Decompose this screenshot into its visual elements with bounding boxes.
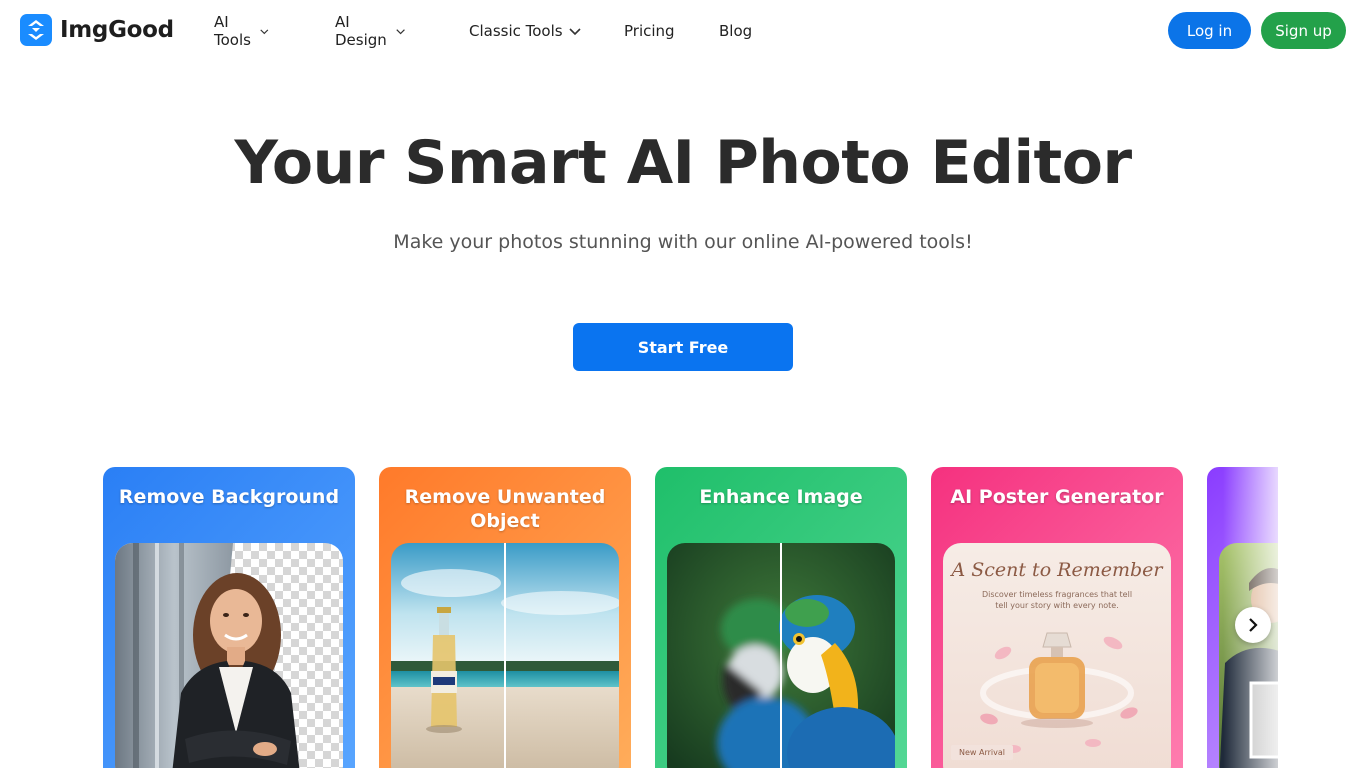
card-title: Enhance Image — [699, 486, 863, 508]
nav-ai-design-label: AI Design — [335, 13, 387, 49]
tool-carousel: Remove Background Remove Unwanted Object… — [103, 467, 1278, 768]
enhance-image-preview — [667, 543, 895, 768]
nav-ai-design[interactable]: AI Design — [335, 13, 405, 49]
card-title: AI Poster Generator — [950, 486, 1164, 508]
card-enhance-image[interactable]: Enhance Image — [655, 467, 907, 768]
chevron-right-icon — [1249, 618, 1258, 632]
remove-object-preview — [391, 543, 619, 768]
brand-name: ImgGood — [60, 17, 174, 43]
hero-title: Your Smart AI Photo Editor — [234, 128, 1132, 198]
nav-blog-label: Blog — [719, 22, 753, 40]
nav-pricing[interactable]: Pricing — [624, 22, 675, 40]
site-header: ImgGood AI Tools AI Design Classic Tools… — [0, 0, 1366, 62]
carousel-next-button[interactable] — [1235, 607, 1271, 643]
card-title: Remove Background — [118, 486, 340, 508]
card-ai-poster-generator[interactable]: AI Poster Generator A Scent to Remember … — [931, 467, 1183, 768]
card-remove-background[interactable]: Remove Background — [103, 467, 355, 768]
logo-icon — [20, 14, 52, 46]
card-title: Remove Unwanted Object — [404, 486, 606, 532]
signup-button[interactable]: Sign up — [1261, 12, 1346, 49]
nav-blog[interactable]: Blog — [719, 22, 752, 40]
nav-ai-tools[interactable]: AI Tools — [214, 13, 269, 49]
login-button[interactable]: Log in — [1168, 12, 1251, 49]
chevron-down-icon — [260, 28, 269, 34]
perfume-bottle-graphic — [980, 632, 1138, 753]
chevron-down-icon — [395, 28, 405, 34]
card-remove-object[interactable]: Remove Unwanted Object — [379, 467, 631, 768]
nav-classic-tools[interactable]: Classic Tools — [469, 22, 581, 40]
nav-classic-tools-label: Classic Tools — [469, 22, 563, 40]
nav-pricing-label: Pricing — [624, 22, 675, 40]
hero-subtitle: Make your photos stunning with our onlin… — [393, 231, 973, 253]
remove-background-preview — [115, 543, 343, 768]
poster-preview: A Scent to Remember Discover timeless fr… — [943, 543, 1171, 768]
chevron-down-icon — [569, 27, 581, 35]
nav-ai-tools-label: AI Tools — [214, 13, 251, 49]
brand-logo[interactable]: ImgGood — [20, 14, 174, 46]
start-free-button[interactable]: Start Free — [573, 323, 793, 371]
poster-badge: New Arrival — [951, 745, 1013, 760]
